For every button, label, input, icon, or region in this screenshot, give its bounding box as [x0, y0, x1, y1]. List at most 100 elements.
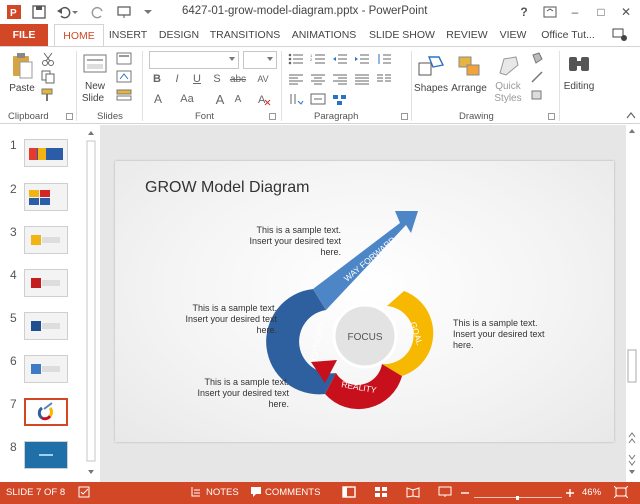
slide-thumbnail-selected[interactable] — [24, 398, 68, 426]
undo-dropdown-icon[interactable] — [72, 3, 78, 21]
align-center-icon[interactable] — [309, 71, 327, 87]
align-right-icon[interactable] — [331, 71, 349, 87]
slide-canvas[interactable]: GROW Model Diagram FOCUS OPTIONS REALITY… — [115, 161, 614, 442]
comments-icon[interactable] — [250, 486, 262, 501]
zoom-level[interactable]: 46% — [582, 487, 601, 498]
character-spacing-button[interactable]: AV — [252, 71, 274, 87]
tab-animations[interactable]: ANIMATIONS — [288, 24, 360, 46]
decrease-indent-icon[interactable] — [331, 51, 349, 67]
sample-text-middle[interactable]: This is a sample text. Insert your desir… — [167, 303, 277, 336]
editing-button[interactable]: Editing — [560, 81, 598, 92]
close-button[interactable]: ✕ — [617, 3, 635, 21]
zoom-in-button[interactable] — [565, 487, 575, 502]
bullets-icon[interactable] — [287, 51, 305, 67]
section-icon[interactable] — [115, 87, 135, 103]
slideshow-view-icon[interactable] — [438, 486, 452, 501]
collapse-ribbon-icon[interactable] — [625, 109, 637, 121]
slide-thumbnail[interactable] — [24, 355, 68, 383]
slide-thumbnail[interactable] — [24, 269, 68, 297]
align-left-icon[interactable] — [287, 71, 305, 87]
start-slideshow-icon[interactable] — [116, 3, 132, 21]
normal-view-icon[interactable] — [342, 486, 356, 501]
shapes-icon[interactable] — [416, 51, 446, 81]
undo-icon[interactable] — [56, 3, 72, 21]
reset-icon[interactable] — [115, 69, 135, 85]
spell-check-icon[interactable] — [78, 486, 92, 501]
new-slide-icon[interactable] — [82, 51, 108, 77]
sample-text-line: Insert your desired text — [185, 314, 277, 324]
font-size-combo[interactable] — [243, 51, 277, 69]
notes-icon[interactable] — [190, 486, 202, 501]
tab-insert[interactable]: INSERT — [106, 24, 150, 46]
zoom-slider[interactable] — [474, 492, 562, 503]
slide-thumbnail[interactable] — [24, 139, 68, 167]
paragraph-launcher-icon[interactable] — [401, 113, 408, 120]
thumbnail-scrollbar[interactable] — [86, 129, 96, 478]
cut-icon[interactable] — [40, 51, 56, 67]
text-shadow-color-button[interactable]: A — [150, 91, 166, 107]
slide-sorter-icon[interactable] — [374, 486, 388, 501]
notes-button[interactable]: NOTES — [206, 487, 239, 498]
tab-review[interactable]: REVIEW — [444, 24, 490, 46]
slide-thumbnail[interactable] — [24, 226, 68, 254]
justify-icon[interactable] — [353, 71, 371, 87]
format-painter-icon[interactable] — [40, 87, 56, 103]
tab-design[interactable]: DESIGN — [156, 24, 202, 46]
maximize-button[interactable]: □ — [592, 3, 610, 21]
increase-indent-icon[interactable] — [353, 51, 371, 67]
shape-fill-icon[interactable] — [529, 51, 545, 67]
binoculars-icon[interactable] — [564, 51, 594, 77]
reading-view-icon[interactable] — [406, 486, 420, 501]
clear-formatting-icon[interactable]: A — [256, 91, 272, 107]
account-name[interactable]: Office Tut... — [537, 24, 599, 46]
sample-text-top[interactable]: This is a sample text. Insert your desir… — [231, 225, 341, 258]
group-separator — [142, 51, 143, 121]
align-text-icon[interactable] — [309, 91, 327, 107]
bold-button[interactable]: B — [150, 71, 164, 87]
sample-text-right[interactable]: This is a sample text. Insert your desir… — [453, 318, 563, 351]
text-direction-icon[interactable] — [287, 91, 305, 107]
shrink-font-button[interactable]: A — [232, 91, 244, 107]
tab-transitions[interactable]: TRANSITIONS — [208, 24, 282, 46]
font-launcher-icon[interactable] — [269, 113, 276, 120]
line-spacing-icon[interactable] — [375, 51, 393, 67]
clipboard-launcher-icon[interactable] — [66, 113, 73, 120]
redo-icon[interactable] — [90, 3, 106, 21]
save-icon[interactable] — [32, 3, 46, 21]
drawing-launcher-icon[interactable] — [548, 113, 555, 120]
paste-icon[interactable] — [8, 51, 36, 81]
slide-thumbnail[interactable] — [24, 441, 68, 469]
fit-slide-icon[interactable] — [613, 485, 629, 501]
help-button[interactable]: ? — [515, 3, 533, 21]
slide-scrollbar[interactable] — [626, 125, 637, 482]
minimize-button[interactable]: – — [566, 3, 584, 21]
shape-outline-icon[interactable] — [529, 69, 545, 85]
numbering-icon[interactable]: 12 — [309, 51, 327, 67]
slide-thumbnail[interactable] — [24, 312, 68, 340]
columns-icon[interactable] — [375, 71, 393, 87]
copy-icon[interactable] — [40, 69, 56, 85]
zoom-out-button[interactable] — [460, 487, 470, 502]
ribbon-display-options-icon[interactable] — [541, 3, 559, 21]
comments-button[interactable]: COMMENTS — [265, 487, 320, 498]
arrange-icon[interactable] — [454, 51, 484, 81]
tab-file[interactable]: FILE — [0, 24, 48, 46]
sample-text-bottom[interactable]: This is a sample text. Insert your desir… — [179, 377, 289, 410]
shadow-button[interactable]: S — [210, 71, 224, 87]
grow-font-button[interactable]: A — [214, 91, 226, 107]
layout-icon[interactable] — [115, 51, 135, 67]
account-icon[interactable] — [606, 24, 634, 46]
quick-styles-icon[interactable] — [493, 51, 523, 81]
convert-to-smartart-icon[interactable] — [331, 91, 349, 107]
shape-effects-icon[interactable] — [529, 87, 545, 103]
tab-slide-show[interactable]: SLIDE SHOW — [367, 24, 437, 46]
italic-button[interactable]: I — [170, 71, 184, 87]
change-case-button[interactable]: Aa — [176, 91, 198, 107]
strikethrough-button[interactable]: abc — [228, 71, 248, 87]
tab-home[interactable]: HOME — [54, 24, 104, 47]
underline-button[interactable]: U — [190, 71, 204, 87]
slide-thumbnail[interactable] — [24, 183, 68, 211]
tab-view[interactable]: VIEW — [496, 24, 530, 46]
font-name-combo[interactable] — [149, 51, 239, 69]
customize-toolbar-icon[interactable] — [144, 3, 152, 21]
